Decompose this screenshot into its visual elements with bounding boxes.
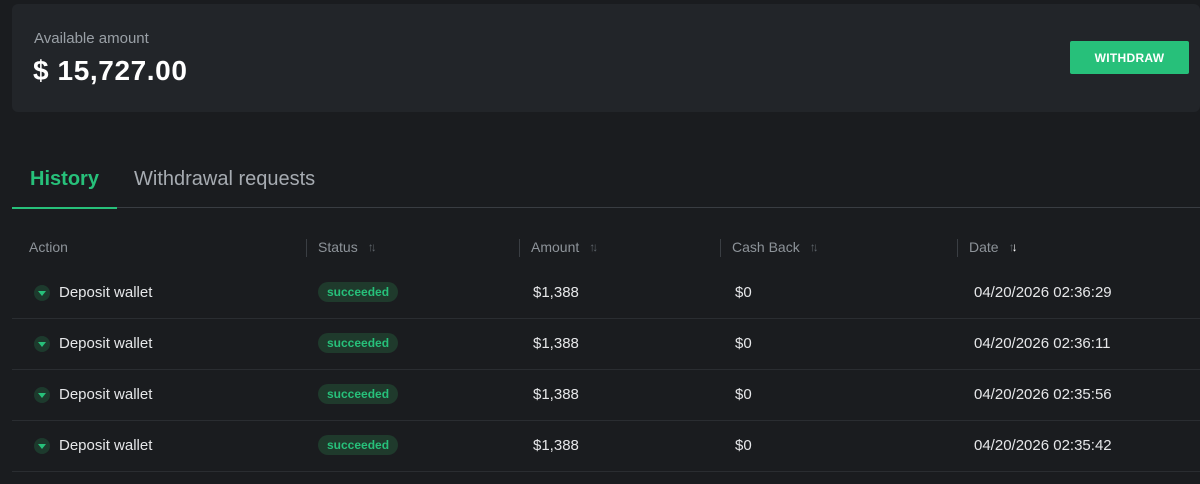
date-cell: 04/20/2026 02:35:56 [974,386,1112,403]
tab-bar: History Withdrawal requests [12,156,1200,209]
sort-descending-icon[interactable]: ↑↓ [1009,240,1018,254]
table-row[interactable]: Deposit wallet succeeded $1,388 $0 04/20… [12,421,1200,472]
date-cell: 04/20/2026 02:36:29 [974,284,1112,301]
available-amount-value: $ 15,727.00 [33,55,188,86]
column-header-status[interactable]: Status ↑↓ [318,239,377,255]
action-cell: Deposit wallet [34,284,152,301]
status-badge: succeeded [318,282,399,302]
action-cell: Deposit wallet [34,437,152,454]
amount-cell: $1,388 [533,284,579,301]
balance-card: Available amount $ 15,727.00 WITHDRAW [12,4,1200,112]
column-header-amount[interactable]: Amount ↑↓ [531,239,598,255]
cash-back-cell: $0 [735,284,752,301]
expand-chevron-icon[interactable] [34,386,50,403]
status-badge: succeeded [318,384,399,404]
column-divider [306,239,307,257]
column-divider [720,239,721,257]
status-badge: succeeded [318,435,399,455]
date-cell: 04/20/2026 02:36:11 [974,335,1111,352]
history-table: Action Status ↑↓ Amount ↑↓ Cash Back ↑↓ … [12,230,1200,472]
withdraw-button[interactable]: WITHDRAW [1070,41,1189,74]
expand-chevron-icon[interactable] [34,284,50,301]
available-amount-label: Available amount [34,30,149,47]
table-row[interactable]: Deposit wallet succeeded $1,388 $0 04/20… [12,370,1200,421]
amount-cell: $1,388 [533,437,579,454]
column-divider [519,239,520,257]
status-badge: succeeded [318,333,399,353]
action-cell: Deposit wallet [34,335,152,352]
date-cell: 04/20/2026 02:35:42 [974,437,1112,454]
sort-updown-icon[interactable]: ↑↓ [810,240,819,254]
amount-cell: $1,388 [533,335,579,352]
column-header-date[interactable]: Date ↑↓ [969,239,1018,255]
expand-chevron-icon[interactable] [34,437,50,454]
tab-history[interactable]: History [12,168,117,209]
column-divider [957,239,958,257]
table-row[interactable]: Deposit wallet succeeded $1,388 $0 04/20… [12,268,1200,319]
cash-back-cell: $0 [735,437,752,454]
table-row[interactable]: Deposit wallet succeeded $1,388 $0 04/20… [12,319,1200,370]
column-header-action: Action [29,239,68,255]
expand-chevron-icon[interactable] [34,335,50,352]
table-header: Action Status ↑↓ Amount ↑↓ Cash Back ↑↓ … [12,230,1200,268]
cash-back-cell: $0 [735,386,752,403]
amount-cell: $1,388 [533,386,579,403]
sort-updown-icon[interactable]: ↑↓ [368,240,377,254]
sort-updown-icon[interactable]: ↑↓ [589,240,598,254]
column-header-cash-back[interactable]: Cash Back ↑↓ [732,239,819,255]
cash-back-cell: $0 [735,335,752,352]
action-cell: Deposit wallet [34,386,152,403]
tab-withdrawal-requests[interactable]: Withdrawal requests [134,168,315,208]
